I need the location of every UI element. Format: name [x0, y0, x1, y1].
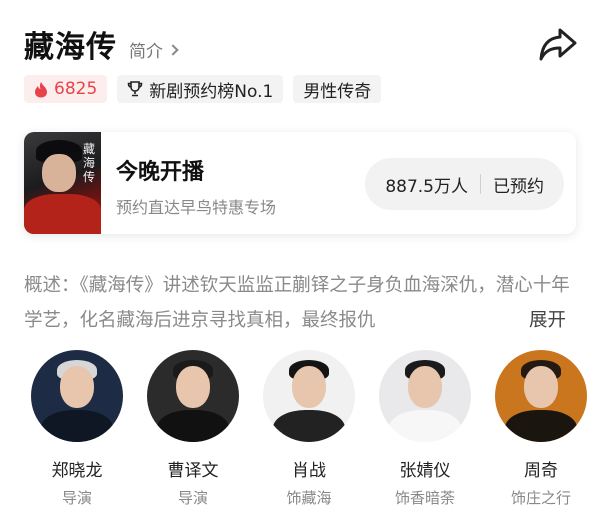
avatar [379, 350, 471, 442]
divider [480, 174, 481, 194]
share-icon [539, 28, 577, 61]
trophy-icon [127, 81, 143, 97]
summary-text: 概述：《藏海传》讲述钦天监监正蒯铎之子身负血海深仇，潜心十年学艺，化名藏海后进京… [24, 275, 570, 331]
cast-name: 张婧仪 [399, 461, 451, 481]
genre-tag[interactable]: 男性传奇 [293, 75, 382, 103]
reserve-button[interactable]: 887.5万人 已预约 [365, 158, 564, 210]
page-title: 藏海传 [24, 30, 117, 65]
cast-name: 周奇 [524, 461, 558, 481]
summary: 概述：《藏海传》讲述钦天监监正蒯铎之子身负血海深仇，潜心十年学艺，化名藏海后进京… [24, 268, 576, 338]
poster-calligraphy: 藏海传 [83, 142, 96, 184]
reserve-status: 已预约 [493, 176, 544, 197]
poster-image: 藏海传 [24, 132, 101, 234]
header: 藏海传 简介 [24, 22, 179, 66]
ranking-tag[interactable]: 新剧预约榜No.1 [117, 75, 284, 103]
heat-tag[interactable]: 6825 [24, 75, 108, 103]
cast-member[interactable]: 曹译文 导演 [138, 350, 248, 508]
cast-name: 肖战 [292, 461, 326, 481]
chevron-right-icon [167, 43, 179, 56]
cast-role: 饰庄之行 [510, 489, 571, 507]
cast-role: 导演 [177, 489, 208, 507]
genre-label: 男性传奇 [303, 81, 372, 102]
tag-list: 6825 新剧预约榜No.1 男性传奇 [24, 75, 382, 103]
cast-name: 郑晓龙 [51, 461, 103, 481]
cast-member[interactable]: 肖战 饰藏海 [254, 350, 364, 508]
cast-role: 饰藏海 [286, 489, 332, 507]
cast-name: 曹译文 [167, 461, 219, 481]
broadcast-subtitle: 预约直达早鸟特惠专场 [116, 198, 277, 217]
avatar [147, 350, 239, 442]
intro-label: 简介 [129, 42, 163, 62]
cast-list: 郑晓龙 导演 曹译文 导演 肖战 饰藏海 张婧仪 饰香暗荼 周奇 饰庄之行 [0, 350, 600, 527]
expand-button[interactable]: 展开 [522, 303, 566, 338]
broadcast-title: 今晚开播 [116, 160, 205, 185]
heat-count: 6825 [54, 79, 98, 99]
share-button[interactable] [538, 26, 578, 62]
avatar [263, 350, 355, 442]
cast-member[interactable]: 张婧仪 饰香暗荼 [370, 350, 480, 508]
broadcast-card[interactable]: 藏海传 今晚开播 预约直达早鸟特惠专场 887.5万人 已预约 [24, 132, 576, 234]
cast-member[interactable]: 周奇 饰庄之行 [486, 350, 596, 508]
avatar [495, 350, 587, 442]
reserve-count: 887.5万人 [385, 176, 468, 197]
flame-icon [34, 81, 48, 98]
cast-role: 导演 [61, 489, 92, 507]
ranking-label: 新剧预约榜No.1 [149, 81, 274, 102]
intro-link[interactable]: 简介 [129, 37, 179, 62]
cast-member[interactable]: 郑晓龙 导演 [22, 350, 132, 508]
cast-role: 饰香暗荼 [394, 489, 455, 507]
avatar [31, 350, 123, 442]
